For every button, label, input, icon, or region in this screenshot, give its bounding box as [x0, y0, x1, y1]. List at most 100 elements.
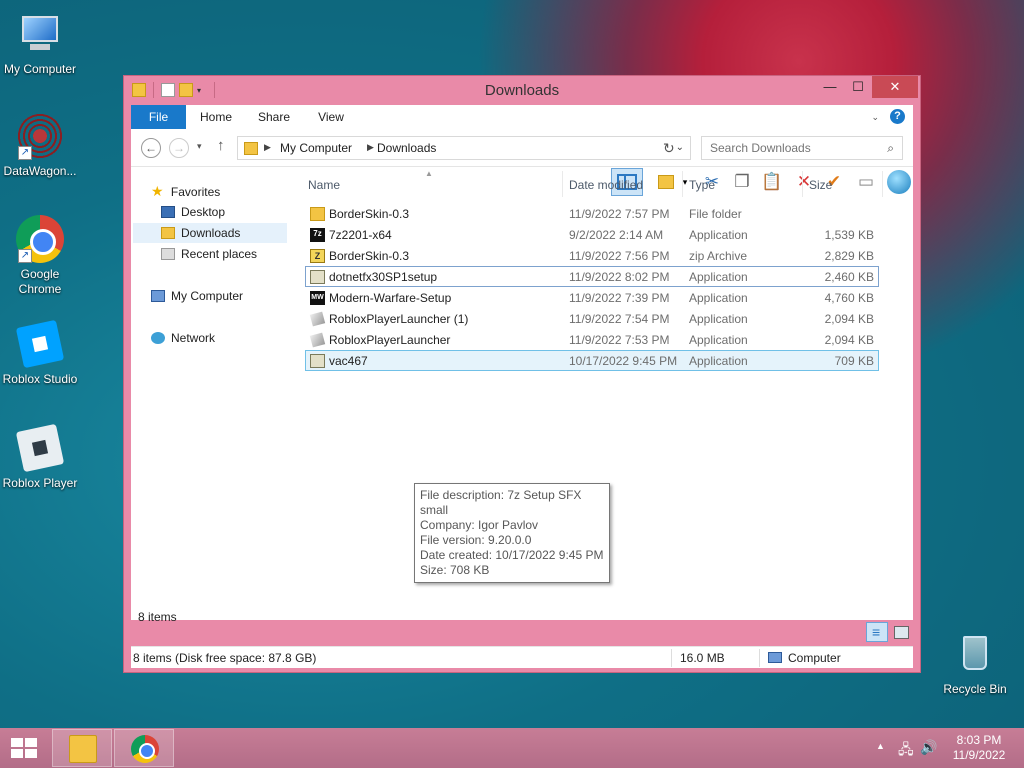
star-icon: ★	[151, 183, 164, 199]
taskbar: ▲ 🖧 🔊 8:03 PM 11/9/2022	[0, 728, 1024, 768]
maximize-button[interactable]: ☐	[844, 76, 872, 98]
tab-file[interactable]: File	[131, 105, 186, 129]
setup-icon	[310, 270, 325, 284]
clock-date: 11/9/2022	[952, 748, 1006, 762]
file-explorer-icon	[69, 735, 97, 763]
breadcrumb-my-computer[interactable]: My Computer	[280, 141, 352, 155]
chevron-right-icon[interactable]: ▶	[264, 142, 271, 153]
content-area: ▾ ✂ ❐ 📋 ✕ ✔ ▭ ★ Favorites Desktop Downlo…	[131, 167, 913, 620]
desktop-icon-label: Roblox Player	[2, 476, 78, 490]
desktop-icon-roblox-player[interactable]: Roblox Player	[0, 423, 80, 490]
volume-icon[interactable]: 🔊	[920, 739, 937, 768]
minimize-button[interactable]: —	[816, 76, 844, 98]
chrome-icon: ↗	[16, 215, 64, 263]
status-size: 16.0 MB	[680, 651, 725, 665]
folder-icon	[310, 207, 325, 221]
column-date-modified[interactable]: Date modified	[569, 178, 643, 192]
recent-locations-icon[interactable]: ▾	[197, 141, 202, 152]
nav-recent-places[interactable]: Recent places	[161, 244, 257, 264]
desktop-icon-roblox-studio[interactable]: Roblox Studio	[0, 319, 80, 386]
status-bar: 8 items (Disk free space: 87.8 GB) 16.0 …	[131, 646, 913, 668]
file-row[interactable]: RobloxPlayerLauncher 11/9/2022 7:53 PM A…	[305, 329, 879, 350]
column-size[interactable]: Size	[809, 178, 832, 192]
navigation-bar: ← → ▾ ↑ ▶ My Computer ▶ Downloads ⌄ ↻ ⌕	[131, 129, 913, 167]
sort-arrow-icon: ▲	[425, 169, 433, 178]
taskbar-file-explorer[interactable]	[52, 729, 112, 767]
file-row[interactable]: Z BorderSkin-0.3 11/9/2022 7:56 PM zip A…	[305, 245, 879, 266]
search-input[interactable]	[702, 137, 872, 159]
breadcrumb-downloads[interactable]: Downloads	[377, 141, 436, 155]
zip-icon: Z	[310, 249, 325, 263]
file-row[interactable]: BorderSkin-0.3 11/9/2022 7:57 PM File fo…	[305, 203, 879, 224]
network-icon[interactable]: 🖧	[898, 739, 914, 768]
item-count: 8 items	[138, 610, 177, 624]
back-button[interactable]: ←	[141, 138, 161, 158]
expand-ribbon-icon[interactable]: ⌄	[871, 112, 879, 123]
datawagon-icon: ↗	[16, 112, 64, 160]
desktop-icon-my-computer[interactable]: My Computer	[0, 10, 80, 76]
globe-icon[interactable]	[887, 170, 911, 194]
recent-places-icon	[161, 248, 175, 260]
desktop-icon-label: DataWagon...	[3, 164, 77, 178]
nav-my-computer[interactable]: My Computer	[151, 286, 243, 306]
mw-icon: MW	[310, 291, 325, 305]
status-location: Computer	[768, 651, 841, 665]
chrome-icon	[131, 735, 159, 763]
desktop-icon-recycle-bin[interactable]: Recycle Bin	[935, 630, 1015, 696]
explorer-window: ▾ Downloads — ☐ ✕ File Home Share View ⌄…	[123, 75, 921, 673]
title-bar[interactable]: ▾ Downloads — ☐ ✕	[124, 76, 920, 104]
up-button[interactable]: ↑	[217, 137, 225, 154]
file-row[interactable]: dotnetfx30SP1setup 11/9/2022 8:02 PM App…	[305, 266, 879, 287]
taskbar-google-chrome[interactable]	[114, 729, 174, 767]
file-row[interactable]: RobloxPlayerLauncher (1) 11/9/2022 7:54 …	[305, 308, 879, 329]
setup-icon	[310, 354, 325, 368]
file-row[interactable]: vac467 10/17/2022 9:45 PM Application 70…	[305, 350, 879, 371]
tab-share[interactable]: Share	[249, 105, 299, 129]
nav-desktop[interactable]: Desktop	[161, 202, 225, 222]
chevron-right-icon[interactable]: ▶	[367, 142, 374, 153]
tab-home[interactable]: Home	[191, 105, 241, 129]
forward-button[interactable]: →	[169, 138, 189, 158]
details-view-button[interactable]	[866, 622, 888, 642]
close-button[interactable]: ✕	[872, 76, 918, 98]
address-bar[interactable]: ▶ My Computer ▶ Downloads ⌄	[237, 136, 691, 160]
column-type[interactable]: Type	[689, 178, 715, 192]
downloads-icon	[161, 227, 175, 239]
ribbon-tabs: File Home Share View ⌄ ?	[131, 105, 913, 129]
7zip-icon: 7z	[310, 228, 325, 242]
system-clock[interactable]: 8:03 PM 11/9/2022	[944, 733, 1014, 763]
help-icon[interactable]: ?	[890, 109, 905, 124]
computer-icon	[151, 290, 165, 302]
file-row[interactable]: 7z 7z2201-x64 9/2/2022 2:14 AM Applicati…	[305, 224, 879, 245]
navigation-pane: ★ Favorites Desktop Downloads Recent pla…	[131, 167, 289, 597]
search-icon[interactable]: ⌕	[887, 141, 894, 156]
windows-logo-icon	[11, 738, 37, 758]
desktop-icon	[161, 206, 175, 218]
folder-icon	[244, 142, 258, 155]
file-row[interactable]: MW Modern-Warfare-Setup 11/9/2022 7:39 P…	[305, 287, 879, 308]
nav-network[interactable]: Network	[151, 328, 215, 348]
column-headers: ▲ Name Date modified Type Size	[301, 169, 883, 197]
refresh-button[interactable]: ↻	[663, 140, 675, 157]
roblox-studio-icon	[15, 319, 65, 369]
computer-icon	[16, 10, 64, 58]
search-box[interactable]: ⌕	[701, 136, 903, 160]
roblox-icon	[309, 311, 326, 327]
roblox-player-icon	[15, 423, 65, 473]
desktop-icon-datawagon[interactable]: ↗ DataWagon...	[0, 112, 80, 178]
file-tooltip: File description: 7z Setup SFX small Com…	[414, 483, 610, 583]
window-title: Downloads	[484, 82, 560, 99]
chevron-down-icon[interactable]: ⌄	[676, 142, 684, 153]
start-button[interactable]	[0, 728, 48, 768]
large-icons-view-button[interactable]	[890, 622, 912, 642]
tab-view[interactable]: View	[307, 105, 355, 129]
desktop-icon-google-chrome[interactable]: ↗ Google Chrome	[0, 215, 80, 297]
roblox-icon	[309, 332, 326, 348]
desktop-icon-label: Roblox Studio	[2, 372, 78, 386]
nav-favorites[interactable]: ★ Favorites	[151, 181, 220, 201]
column-name[interactable]: Name	[308, 178, 340, 192]
nav-downloads[interactable]: Downloads	[133, 223, 287, 243]
show-hidden-icons-icon[interactable]: ▲	[876, 741, 885, 768]
desktop-icon-label: Google Chrome	[18, 267, 62, 296]
network-icon	[151, 332, 165, 344]
